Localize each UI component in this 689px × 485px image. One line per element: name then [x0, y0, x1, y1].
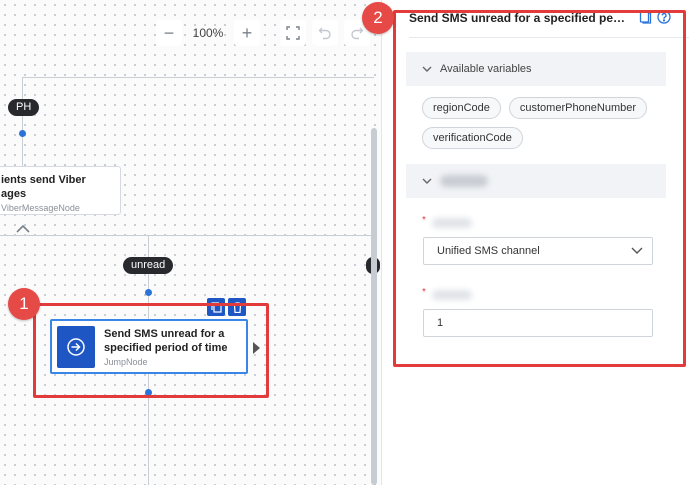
undo-icon[interactable]	[312, 20, 338, 46]
zoom-level: 100%	[192, 26, 224, 40]
viber-node-title: ages	[1, 188, 27, 200]
viber-node-title: ients send Viber	[1, 174, 86, 186]
zoom-toolbar: − 100% +	[156, 18, 370, 48]
canvas-scrollbar[interactable]	[371, 128, 377, 485]
annotation-badge-1: 1	[8, 288, 40, 320]
annotation-badge-2: 2	[362, 2, 394, 34]
viber-message-node[interactable]: ients send Viber ages ViberMessageNode	[0, 166, 121, 215]
workflow-editor: − 100% + PH ients send Viber ages ViberM…	[0, 0, 689, 485]
branch-label-unread: unread	[123, 257, 174, 274]
connector-line	[22, 77, 374, 78]
connection-point[interactable]	[145, 289, 152, 296]
fit-screen-icon[interactable]	[280, 20, 306, 46]
flow-canvas[interactable]: − 100% + PH ients send Viber ages ViberM…	[0, 0, 381, 485]
connector-line	[0, 235, 374, 236]
highlight-box-2	[393, 10, 686, 367]
viber-node-type: ViberMessageNode	[1, 203, 80, 213]
highlight-box-1	[33, 303, 269, 398]
connector-line	[22, 114, 23, 166]
connection-point[interactable]	[19, 130, 26, 137]
zoom-in-button[interactable]: +	[234, 20, 260, 46]
zoom-out-button[interactable]: −	[156, 20, 182, 46]
properties-panel: Send SMS unread for a specified period o…	[381, 0, 689, 485]
collapse-chevron-icon[interactable]	[16, 220, 30, 238]
branch-label-ph: PH	[8, 99, 40, 116]
connector-line	[148, 236, 149, 258]
